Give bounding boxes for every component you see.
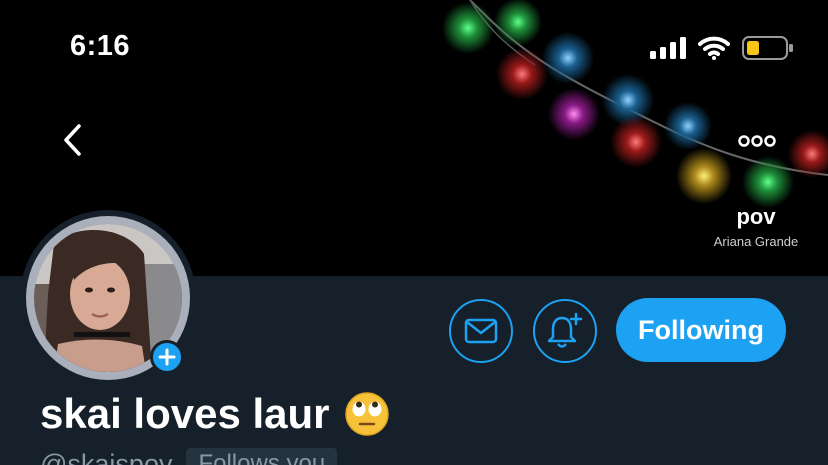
now-playing-widget[interactable]: pov Ariana Grande <box>700 204 812 249</box>
follows-you-badge: Follows you <box>186 448 338 465</box>
status-icons <box>650 36 794 60</box>
envelope-icon <box>464 318 498 344</box>
wifi-icon <box>698 36 730 60</box>
chevron-left-icon <box>64 124 81 156</box>
eye-roll-emoji-icon <box>344 392 389 436</box>
notifications-button[interactable] <box>533 299 597 363</box>
handle-row: @skaispov Follows you <box>40 448 338 465</box>
now-playing-title: pov <box>736 204 776 229</box>
back-button[interactable] <box>50 118 94 162</box>
add-avatar-button[interactable] <box>150 340 184 374</box>
plus-icon <box>158 348 176 366</box>
more-options-button[interactable] <box>734 126 780 156</box>
bell-plus-icon <box>547 312 583 348</box>
status-time: 6:16 <box>70 30 131 62</box>
now-playing-artist: Ariana Grande <box>713 234 799 249</box>
display-name: skai loves laur <box>40 390 390 438</box>
more-horizontal-icon <box>738 135 776 147</box>
following-button[interactable]: Following <box>616 298 786 362</box>
user-handle: @skaispov <box>40 448 173 465</box>
battery-icon <box>742 36 793 60</box>
cellular-signal-icon <box>650 37 686 59</box>
following-label: Following <box>638 314 764 345</box>
display-name-text: skai loves laur <box>40 390 330 437</box>
message-button[interactable] <box>449 299 513 363</box>
